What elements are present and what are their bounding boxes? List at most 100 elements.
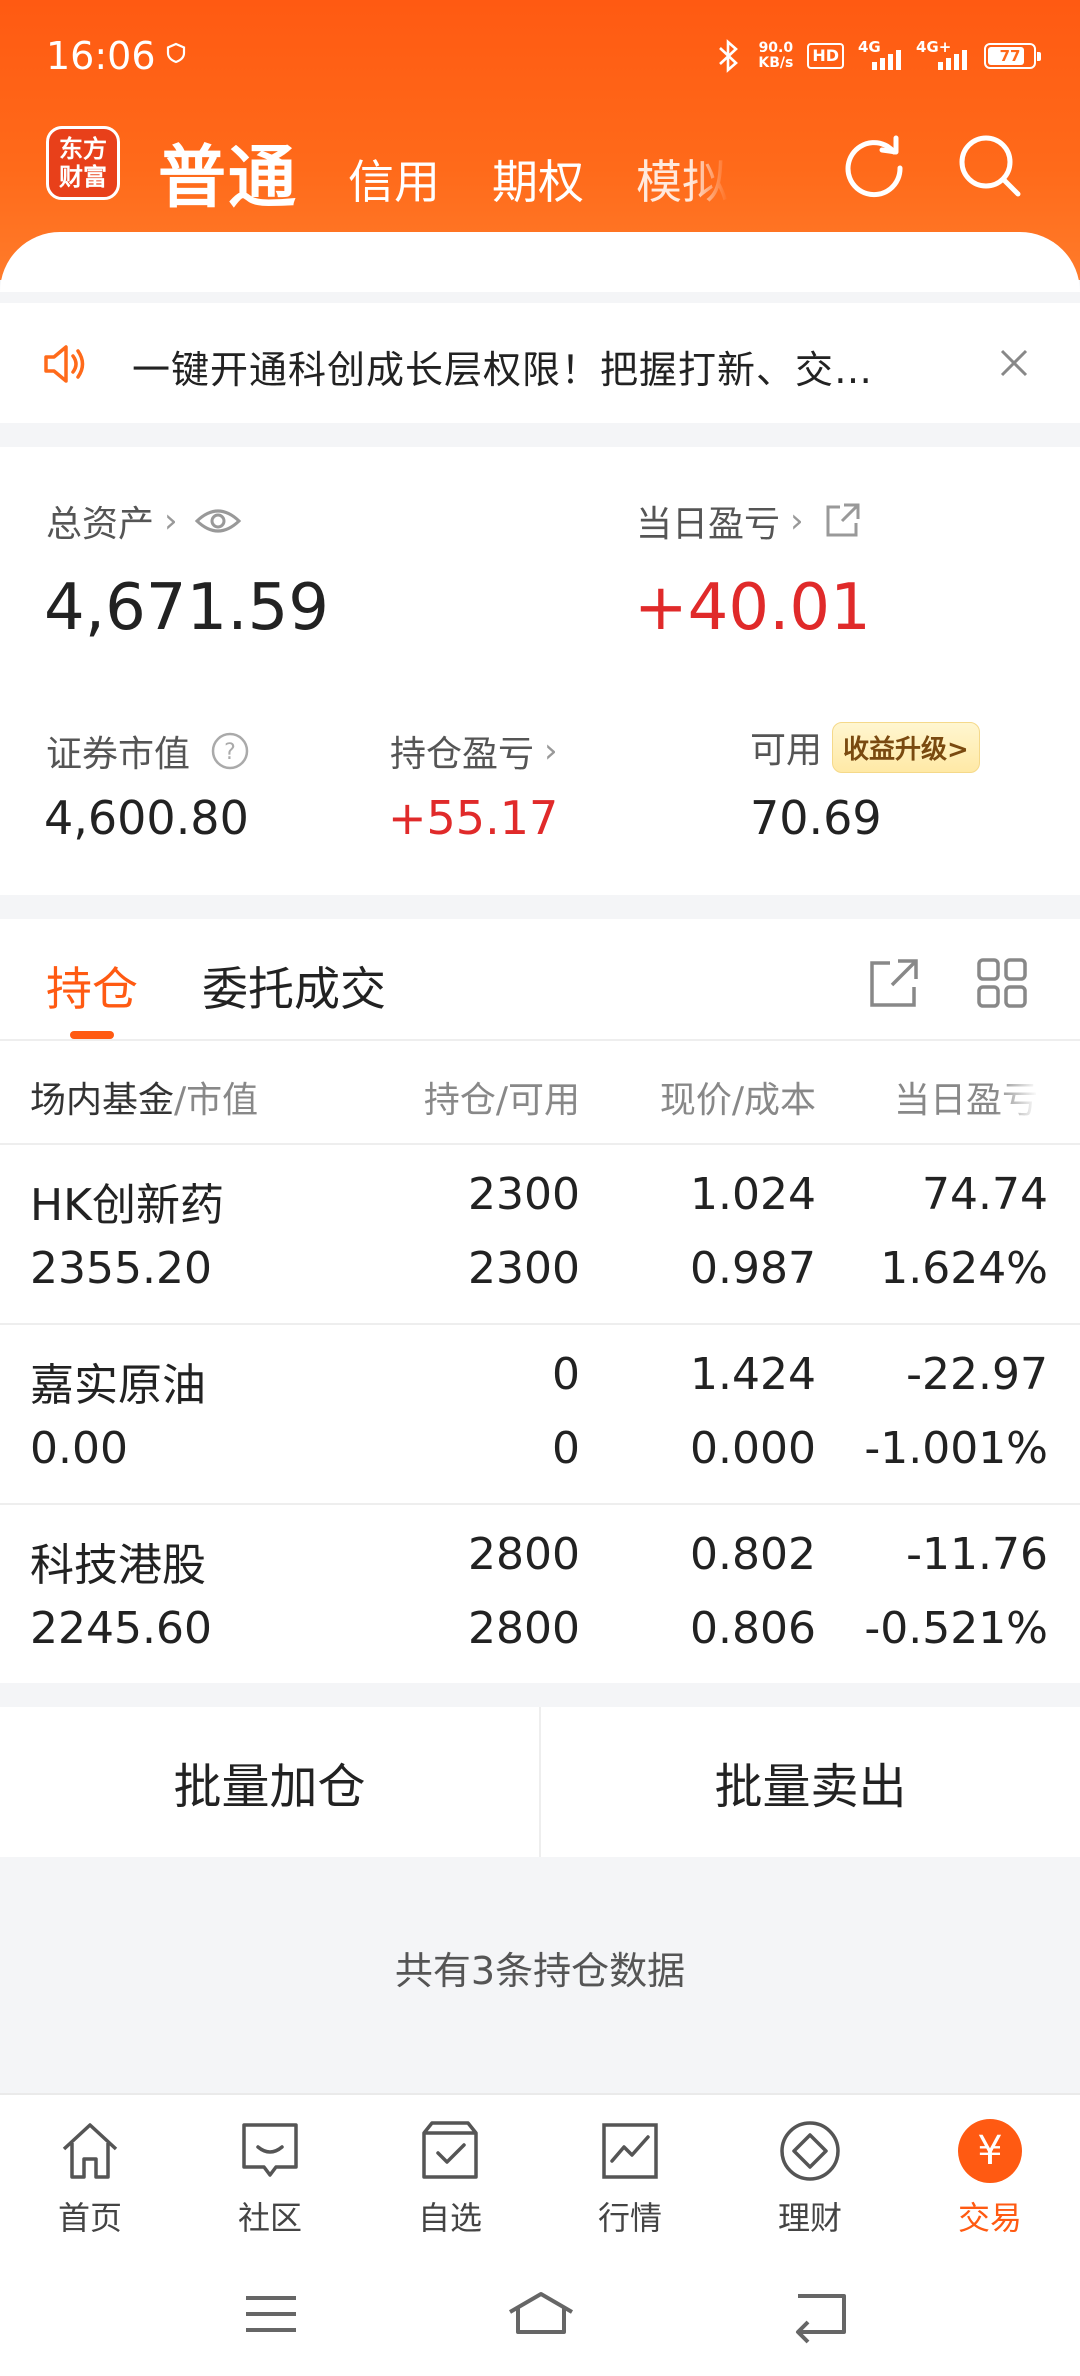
daily-pnl: 74.74 (922, 1169, 1048, 1220)
fund-market-value: 0.00 (30, 1423, 128, 1474)
daily-pnl-label[interactable]: 当日盈亏 › (636, 495, 862, 547)
current-price: 1.424 (690, 1349, 816, 1400)
market-value: 4,600.80 (44, 791, 249, 845)
trade-icon: ¥ (958, 2119, 1022, 2183)
wealth-icon (780, 2121, 840, 2181)
chevron-right-icon: › (544, 731, 558, 771)
market-icon (602, 2123, 658, 2179)
batch-sell-button[interactable]: 批量卖出 (541, 1707, 1080, 1857)
current-price: 0.802 (690, 1529, 816, 1580)
network-speed: 90.0 KB/s (758, 40, 794, 71)
search-icon[interactable] (954, 130, 1026, 202)
nav-trade[interactable]: ¥ 交易 (900, 2095, 1080, 2248)
close-icon[interactable] (996, 345, 1032, 381)
shield-icon (166, 42, 186, 64)
bottom-nav: 首页 社区 自选 行情 理财 ¥ 交易 (0, 2093, 1080, 2248)
total-assets-label[interactable]: 总资产 › (46, 495, 242, 547)
daily-pnl-pct: -0.521% (864, 1603, 1048, 1654)
battery-icon: 77 (984, 43, 1041, 69)
table-header: 场内基金/市值 持仓/可用 现价/成本 当日盈亏 (0, 1041, 1080, 1143)
app-header: 16:06 90.0 KB/s HD 4G 4G+ 77 东方 财富 普通 信用… (0, 0, 1080, 292)
fund-market-value: 2245.60 (30, 1603, 212, 1654)
export-icon[interactable] (866, 955, 922, 1011)
position-tabs: 持仓 委托成交 (0, 919, 1080, 1041)
table-row[interactable]: 嘉实原油 0.00 0 0 1.424 0.000 -22.97 -1.001% (0, 1323, 1080, 1503)
fund-name: 科技港股 (30, 1540, 206, 1591)
asset-summary: 总资产 › 4,671.59 当日盈亏 › +40.01 证券市值 ? 4,600.… (0, 447, 1080, 895)
col-holdings[interactable]: 持仓/可用 (424, 1071, 580, 1123)
daily-pnl-pct: -1.001% (864, 1423, 1048, 1474)
holding-qty: 0 (552, 1349, 580, 1400)
speaker-icon (44, 345, 85, 383)
chevron-right-icon: › (164, 501, 178, 541)
holdings-table: 场内基金/市值 持仓/可用 现价/成本 当日盈亏 HK创新药 2355.20 2… (0, 1041, 1080, 1683)
holdings-count-text: 共有3条持仓数据 (394, 1949, 686, 1993)
eye-icon[interactable] (194, 506, 242, 536)
home-button-icon[interactable] (504, 2284, 578, 2344)
available-qty: 2800 (468, 1603, 580, 1654)
cost-price: 0.000 (690, 1423, 816, 1474)
tab-credit[interactable]: 信用 (348, 146, 440, 212)
tab-options[interactable]: 期权 (492, 146, 584, 212)
signal-icon: 4G (858, 38, 902, 70)
available-value: 70.69 (750, 791, 882, 845)
tab-orders[interactable]: 委托成交 (202, 953, 386, 1019)
current-price: 1.024 (690, 1169, 816, 1220)
back-icon[interactable] (786, 2284, 856, 2344)
notice-banner[interactable]: 一键开通科创成长层权限！把握打新、交… (0, 303, 1080, 423)
tab-holdings[interactable]: 持仓 (46, 953, 138, 1019)
batch-actions: 批量加仓 批量卖出 (0, 1707, 1080, 1857)
holding-pnl-value: +55.17 (388, 791, 559, 845)
col-price[interactable]: 现价/成本 (660, 1071, 816, 1123)
daily-pnl: -22.97 (906, 1349, 1048, 1400)
watchlist-icon (422, 2121, 478, 2179)
nav-community[interactable]: 社区 (180, 2095, 360, 2248)
fund-name: 嘉实原油 (30, 1360, 206, 1411)
svg-text:?: ? (224, 740, 236, 765)
cost-price: 0.806 (690, 1603, 816, 1654)
holding-qty: 2300 (468, 1169, 580, 1220)
hd-badge: HD (807, 43, 844, 69)
signal-icon-2: 4G+ (916, 38, 970, 70)
nav-watchlist[interactable]: 自选 (360, 2095, 540, 2248)
status-indicators: 90.0 KB/s HD 4G 4G+ 77 (714, 36, 1041, 76)
total-assets-value: 4,671.59 (44, 571, 329, 645)
nav-market[interactable]: 行情 (540, 2095, 720, 2248)
table-row[interactable]: 科技港股 2245.60 2800 2800 0.802 0.806 -11.7… (0, 1503, 1080, 1683)
market-value-label[interactable]: 证券市值 ? (46, 725, 250, 777)
batch-add-button[interactable]: 批量加仓 (0, 1707, 539, 1857)
app-logo[interactable]: 东方 财富 (46, 126, 120, 200)
holding-qty: 2800 (468, 1529, 580, 1580)
menu-icon[interactable] (236, 2284, 306, 2344)
bluetooth-icon (719, 39, 739, 73)
tab-normal[interactable]: 普通 (158, 122, 298, 221)
yield-upgrade-button[interactable]: 收益升级> (832, 721, 980, 773)
chevron-right-icon: › (790, 501, 804, 541)
daily-pnl: -11.76 (906, 1529, 1048, 1580)
col-daily-pnl[interactable]: 当日盈亏 (894, 1071, 1038, 1123)
fund-name: HK创新药 (30, 1180, 224, 1231)
refresh-icon[interactable] (838, 130, 910, 202)
holding-pnl-label[interactable]: 持仓盈亏 › (390, 725, 558, 777)
system-nav-bar (0, 2248, 1080, 2376)
cost-price: 0.987 (690, 1243, 816, 1294)
daily-pnl-value: +40.01 (634, 571, 871, 645)
community-icon (242, 2123, 298, 2177)
tab-simulation[interactable]: 模拟 (636, 146, 728, 212)
share-icon[interactable] (822, 501, 862, 541)
account-type-nav: 东方 财富 普通 信用 期权 模拟 (0, 118, 1080, 218)
home-icon (62, 2123, 118, 2179)
nav-wealth[interactable]: 理财 (720, 2095, 900, 2248)
status-time: 16:06 (46, 34, 156, 78)
daily-pnl-pct: 1.624% (880, 1243, 1048, 1294)
available-qty: 2300 (468, 1243, 580, 1294)
fund-market-value: 2355.20 (30, 1243, 212, 1294)
status-bar: 16:06 90.0 KB/s HD 4G 4G+ 77 (0, 0, 1080, 110)
help-icon[interactable]: ? (210, 731, 250, 771)
grid-view-icon[interactable] (974, 955, 1030, 1011)
available-qty: 0 (552, 1423, 580, 1474)
nav-home[interactable]: 首页 (0, 2095, 180, 2248)
table-row[interactable]: HK创新药 2355.20 2300 2300 1.024 0.987 74.7… (0, 1143, 1080, 1323)
notice-text: 一键开通科创成长层权限！把握打新、交… (132, 348, 874, 392)
col-fund[interactable]: 场内基金/市值 (30, 1071, 258, 1123)
